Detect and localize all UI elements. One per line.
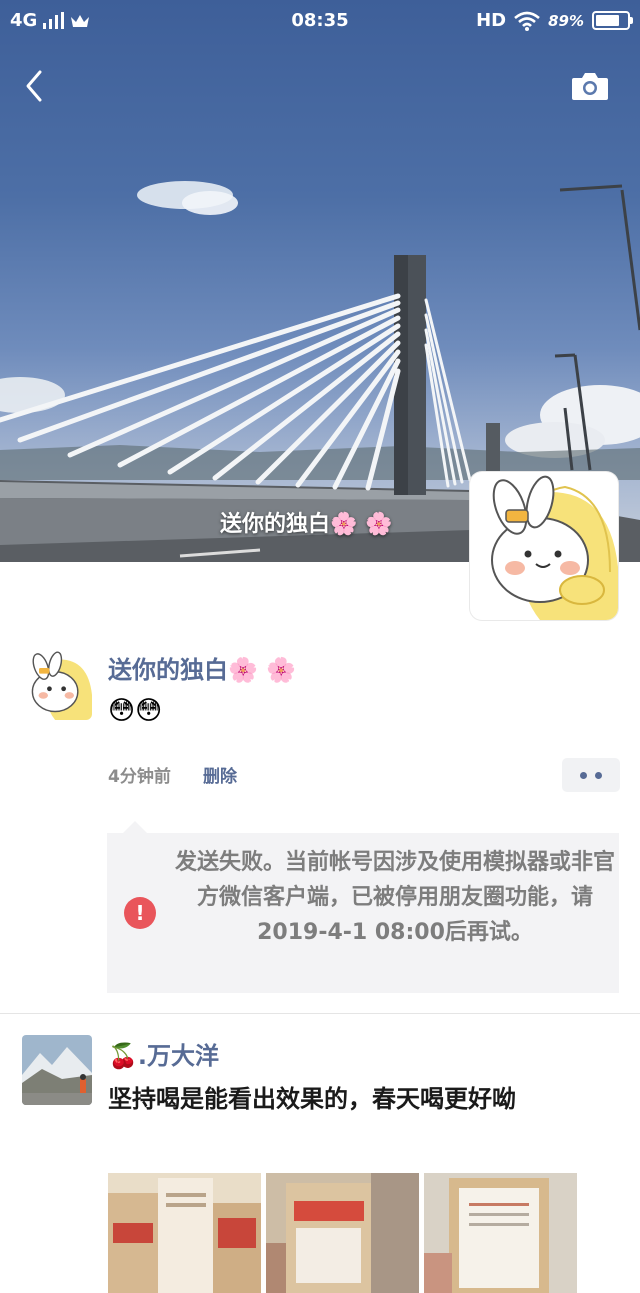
post-image[interactable]	[266, 1173, 419, 1293]
chevron-left-icon	[26, 70, 42, 102]
bunny-avatar-image	[491, 475, 618, 620]
send-failure-notice: ! 发送失败。当前帐号因涉及使用模拟器或非官方微信客户端，已被停用朋友圈功能，请…	[107, 821, 619, 993]
back-button[interactable]	[18, 66, 52, 106]
hd-label: HD	[476, 10, 507, 31]
tea-package-photo	[108, 1173, 261, 1293]
post-time: 4分钟前	[108, 767, 171, 787]
post-avatar[interactable]	[22, 1035, 92, 1105]
mountain-avatar-image	[22, 1035, 92, 1105]
more-dots-icon	[595, 772, 602, 779]
wifi-icon	[514, 11, 540, 31]
exclamation-icon: !	[124, 897, 156, 929]
post-content: 😳😳	[108, 696, 163, 726]
battery-percent: 89%	[548, 11, 584, 30]
tea-package-photo	[424, 1173, 577, 1293]
post-content: 坚持喝是能看出效果的，春天喝更好呦	[108, 1085, 516, 1113]
status-right: HD 89%	[476, 10, 633, 31]
bunny-avatar-image	[31, 651, 92, 720]
camera-icon	[572, 73, 608, 100]
more-button[interactable]	[562, 758, 620, 792]
profile-avatar[interactable]	[470, 472, 618, 620]
delete-link[interactable]: 删除	[203, 762, 237, 787]
post-author[interactable]: 🍒.万大洋	[108, 1036, 219, 1071]
post-author[interactable]: 送你的独白🌸 🌸	[108, 650, 296, 685]
tea-package-photo	[266, 1173, 419, 1293]
post-image[interactable]	[424, 1173, 577, 1293]
camera-button[interactable]	[570, 70, 610, 102]
battery-icon	[592, 11, 633, 30]
status-bar: 4G 08:35 HD 89%	[0, 0, 640, 44]
battery-level	[596, 15, 619, 26]
more-dots-icon	[580, 772, 587, 779]
post-image[interactable]	[108, 1173, 261, 1293]
divider	[0, 1013, 640, 1014]
post-avatar[interactable]	[22, 650, 92, 720]
failure-message: 发送失败。当前帐号因涉及使用模拟器或非官方微信客户端，已被停用朋友圈功能，请20…	[175, 850, 616, 945]
cover-user-name: 送你的独白🌸 🌸	[220, 512, 393, 537]
